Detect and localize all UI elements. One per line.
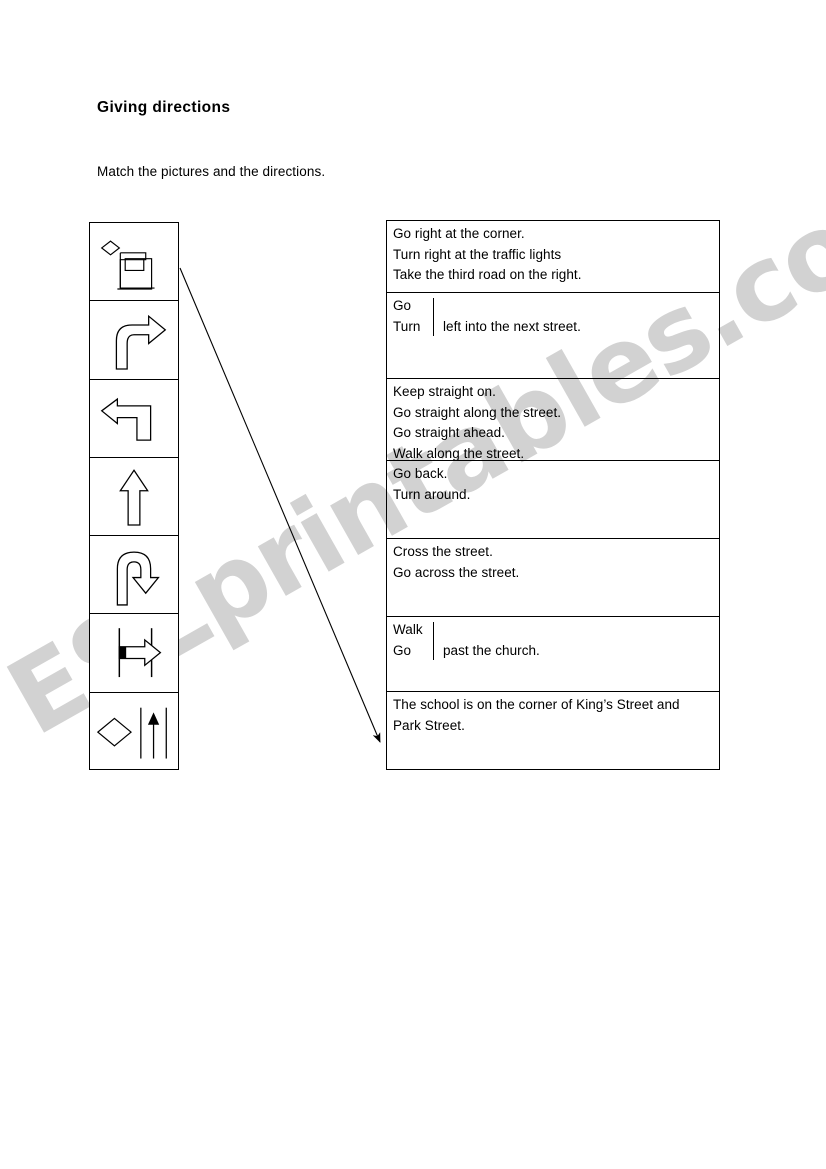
picture-cell-1[interactable] — [90, 223, 178, 302]
brace-bar — [433, 622, 434, 661]
brace-bar — [433, 298, 434, 337]
worksheet-page: ESLprintables.com Giving directions Matc… — [0, 0, 826, 1169]
brace-options: Go Turn — [393, 296, 429, 337]
instruction-text: Match the pictures and the directions. — [97, 164, 326, 179]
pic-u-turn-arrow-icon — [116, 551, 160, 606]
brace-option: Go — [393, 642, 412, 658]
direction-line: Go back. — [393, 466, 448, 481]
page-title: Giving directions — [97, 99, 231, 116]
brace-tail: past the church. — [443, 620, 540, 661]
picture-cell-3[interactable] — [90, 380, 178, 458]
brace-option: Go — [393, 298, 412, 313]
picture-table — [89, 222, 179, 770]
directions-table: Go right at the corner. Turn right at th… — [386, 220, 720, 770]
direction-cell-6[interactable]: Walk Go past the church. — [387, 617, 719, 692]
brace-group: Walk Go past the church. — [393, 620, 719, 661]
picture-cell-7[interactable] — [90, 693, 178, 771]
brace-group: Go Turn left into the next street. — [393, 296, 719, 337]
match-line — [179, 267, 381, 743]
direction-cell-1[interactable]: Go right at the corner. Turn right at th… — [387, 221, 719, 293]
pic-cross-street-arrow-icon — [118, 628, 162, 678]
brace-option: Turn — [393, 318, 421, 334]
picture-cell-5[interactable] — [90, 536, 178, 615]
direction-cell-4[interactable]: Go back. Turn around. — [387, 461, 719, 539]
direction-line: Go right at the corner. — [393, 226, 525, 241]
direction-cell-5[interactable]: Cross the street. Go across the street. — [387, 539, 719, 617]
pic-curved-right-arrow-icon — [115, 315, 167, 370]
picture-cell-4[interactable] — [90, 458, 178, 537]
pic-straight-ahead-arrow-icon — [119, 468, 149, 526]
pic-left-turn-arrow-icon — [100, 397, 152, 441]
pic-building-on-corner-icon — [96, 707, 167, 759]
direction-cell-2[interactable]: Go Turn left into the next street. — [387, 293, 719, 379]
brace-option: Walk — [393, 622, 423, 637]
pic-corner-right-turn-icon — [100, 240, 155, 290]
direction-line: Keep straight on. — [393, 384, 496, 399]
direction-cell-3[interactable]: Keep straight on. Go straight along the … — [387, 379, 719, 461]
direction-line: Cross the street. — [393, 544, 493, 559]
direction-line: Walk along the street. — [393, 445, 525, 461]
direction-line: Go across the street. — [393, 564, 520, 580]
direction-line: Go straight ahead. — [393, 425, 505, 441]
brace-options: Walk Go — [393, 620, 429, 661]
direction-cell-7[interactable]: The school is on the corner of King’s St… — [387, 692, 719, 769]
picture-cell-6[interactable] — [90, 614, 178, 693]
picture-cell-2[interactable] — [90, 301, 178, 380]
direction-line: Turn around. — [393, 486, 471, 502]
brace-tail: left into the next street. — [443, 296, 581, 337]
direction-line: Go straight along the street. — [393, 404, 562, 420]
direction-line: Turn right at the traffic lights — [393, 246, 562, 262]
direction-line: past the church. — [443, 642, 540, 658]
direction-line: Park Street. — [393, 717, 465, 733]
direction-line: The school is on the corner of King’s St… — [393, 697, 680, 712]
direction-line: Take the third road on the right. — [393, 267, 582, 283]
direction-line: left into the next street. — [443, 318, 581, 334]
